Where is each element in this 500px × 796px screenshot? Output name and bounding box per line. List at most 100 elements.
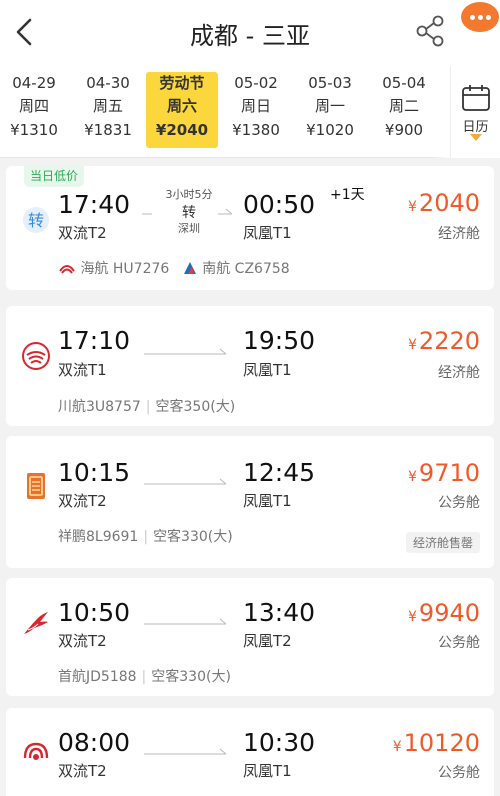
departure-time: 17:40 bbox=[58, 190, 131, 219]
flight-meta: 祥鹏8L9691 | 空客330(大) bbox=[58, 529, 233, 545]
departure-time: 10:15 bbox=[58, 458, 131, 487]
leg-flight-code: CZ6758 bbox=[234, 261, 290, 277]
price-value: 9940 bbox=[418, 599, 480, 627]
calendar-button[interactable]: 日历 bbox=[450, 66, 500, 158]
price-value: 2040 bbox=[418, 189, 480, 217]
price: ¥10120 bbox=[393, 728, 480, 762]
price-value: 9710 bbox=[418, 459, 480, 487]
share-icon[interactable] bbox=[414, 14, 446, 48]
currency-symbol: ¥ bbox=[408, 469, 417, 485]
date-label: 05-02 bbox=[234, 74, 278, 92]
arrival-airport: 凤凰T1 bbox=[243, 762, 292, 780]
calendar-icon bbox=[462, 85, 490, 111]
flight-legs: 海航 HU7276 南航 CZ6758 bbox=[58, 258, 290, 278]
date-price: ¥1020 bbox=[306, 121, 354, 139]
capital-airlines-icon bbox=[24, 612, 48, 634]
weekday-label: 周一 bbox=[314, 97, 345, 115]
price-value: 2220 bbox=[418, 327, 480, 355]
currency-symbol: ¥ bbox=[408, 337, 417, 353]
arrival-airport: 凤凰T1 bbox=[243, 492, 292, 510]
leg-airline: 南航 bbox=[202, 261, 231, 277]
date-option[interactable]: 04-30 周五 ¥1831 bbox=[72, 72, 144, 148]
flight-number: 川航3U8757 bbox=[58, 399, 141, 415]
arrival-time: 19:50 bbox=[243, 326, 316, 355]
flight-card[interactable]: 当日低价 转 17:40 双流T2 3小时5分 转 深圳 00:50 +1天 凤… bbox=[6, 166, 494, 290]
transfer-icon: 转 bbox=[23, 207, 49, 233]
date-option-selected[interactable]: 劳动节 周六 ¥2040 bbox=[146, 72, 218, 148]
departure-time: 17:10 bbox=[58, 326, 131, 355]
arrival-airport: 凤凰T1 bbox=[243, 361, 292, 379]
calendar-label: 日历 bbox=[462, 120, 489, 135]
route-arrow-icon bbox=[144, 748, 227, 755]
arrival-time: 10:30 bbox=[243, 728, 316, 757]
flight-card[interactable]: 10:15 双流T2 12:45 凤凰T1 ¥9710 公务舱 祥鹏8L9691… bbox=[6, 436, 494, 568]
cabin-class: 公务舱 bbox=[438, 635, 480, 651]
transfer-city: 深圳 bbox=[178, 222, 200, 235]
route-arrow-icon bbox=[142, 208, 233, 215]
aircraft-type: 空客350(大) bbox=[155, 399, 236, 415]
flight-number: 祥鹏8L9691 bbox=[58, 529, 139, 545]
departure-airport: 双流T2 bbox=[58, 762, 107, 780]
flight-card[interactable]: 10:50 双流T2 13:40 凤凰T2 ¥9940 公务舱 首航JD5188… bbox=[6, 578, 494, 696]
arrival-time: 00:50 bbox=[243, 190, 316, 219]
departure-time: 08:00 bbox=[58, 728, 131, 757]
transfer-duration: 3小时5分 bbox=[165, 188, 213, 201]
departure-airport: 双流T2 bbox=[58, 492, 107, 510]
flight-card[interactable]: 17:10 双流T1 19:50 凤凰T1 ¥2220 经济舱 川航3U8757… bbox=[6, 306, 494, 426]
top-nav-bar: 成都 - 三亚 bbox=[0, 0, 500, 66]
date-price: ¥1831 bbox=[84, 121, 132, 139]
currency-symbol: ¥ bbox=[408, 199, 417, 215]
route-arrow-icon bbox=[144, 478, 227, 485]
weekday-label: 周六 bbox=[166, 97, 197, 115]
route-arrow-icon bbox=[144, 348, 227, 355]
date-selector: 04-29 周四 ¥1310 04-30 周五 ¥1831 劳动节 周六 ¥20… bbox=[0, 66, 500, 158]
date-price: ¥2040 bbox=[155, 121, 209, 139]
departure-airport: 双流T2 bbox=[58, 224, 107, 242]
date-price: ¥1310 bbox=[10, 121, 58, 139]
price: ¥2040 bbox=[408, 188, 480, 222]
currency-symbol: ¥ bbox=[408, 609, 417, 625]
arrival-airport: 凤凰T2 bbox=[243, 632, 292, 650]
date-label: 04-30 bbox=[86, 74, 130, 92]
arrival-time: 12:45 bbox=[243, 458, 316, 487]
leg-flight-code: HU7276 bbox=[112, 261, 170, 277]
weekday-label: 周日 bbox=[240, 97, 271, 115]
date-label: 05-03 bbox=[308, 74, 352, 92]
cabin-class: 经济舱 bbox=[438, 365, 480, 381]
flight-meta: 川航3U8757 | 空客350(大) bbox=[58, 399, 236, 415]
aircraft-type: 空客330(大) bbox=[153, 529, 233, 545]
arrival-time: 13:40 bbox=[243, 598, 316, 627]
date-label: 劳动节 bbox=[159, 74, 205, 92]
more-menu-icon[interactable] bbox=[461, 2, 499, 32]
soldout-tag: 经济舱售罄 bbox=[405, 532, 480, 553]
lowest-price-badge: 当日低价 bbox=[24, 166, 85, 187]
date-option[interactable]: 05-02 周日 ¥1380 bbox=[220, 72, 292, 148]
price: ¥9940 bbox=[408, 598, 480, 632]
cabin-class: 经济舱 bbox=[438, 226, 480, 242]
caret-down-icon bbox=[470, 134, 482, 141]
departure-time: 10:50 bbox=[58, 598, 131, 627]
weekday-label: 周四 bbox=[18, 97, 49, 115]
flight-number: 首航JD5188 bbox=[58, 669, 137, 685]
hainan-airlines-icon bbox=[23, 742, 49, 760]
date-label: 04-29 bbox=[12, 74, 56, 92]
next-day-label: +1天 bbox=[330, 187, 365, 203]
departure-airport: 双流T2 bbox=[58, 632, 107, 650]
date-option[interactable]: 05-03 周一 ¥1020 bbox=[294, 72, 366, 148]
price: ¥9710 bbox=[408, 458, 480, 492]
price: ¥2220 bbox=[408, 326, 480, 360]
flight-meta: 首航JD5188 | 空客330(大) bbox=[58, 669, 231, 685]
price-value: 10120 bbox=[403, 729, 480, 757]
cabin-class: 公务舱 bbox=[438, 765, 480, 781]
hainan-airlines-icon bbox=[59, 265, 75, 274]
lucky-air-icon bbox=[27, 473, 45, 499]
flight-card[interactable]: 08:00 双流T2 10:30 凤凰T1 ¥10120 公务舱 bbox=[6, 708, 494, 796]
arrival-airport: 凤凰T1 bbox=[243, 224, 292, 242]
date-option[interactable]: 04-29 周四 ¥1310 bbox=[0, 72, 70, 148]
china-southern-icon bbox=[183, 262, 196, 274]
currency-symbol: ¥ bbox=[392, 739, 402, 755]
date-price: ¥1380 bbox=[232, 121, 280, 139]
cabin-class: 公务舱 bbox=[438, 495, 480, 511]
svg-text:转: 转 bbox=[28, 211, 44, 230]
aircraft-type: 空客330(大) bbox=[151, 669, 231, 685]
